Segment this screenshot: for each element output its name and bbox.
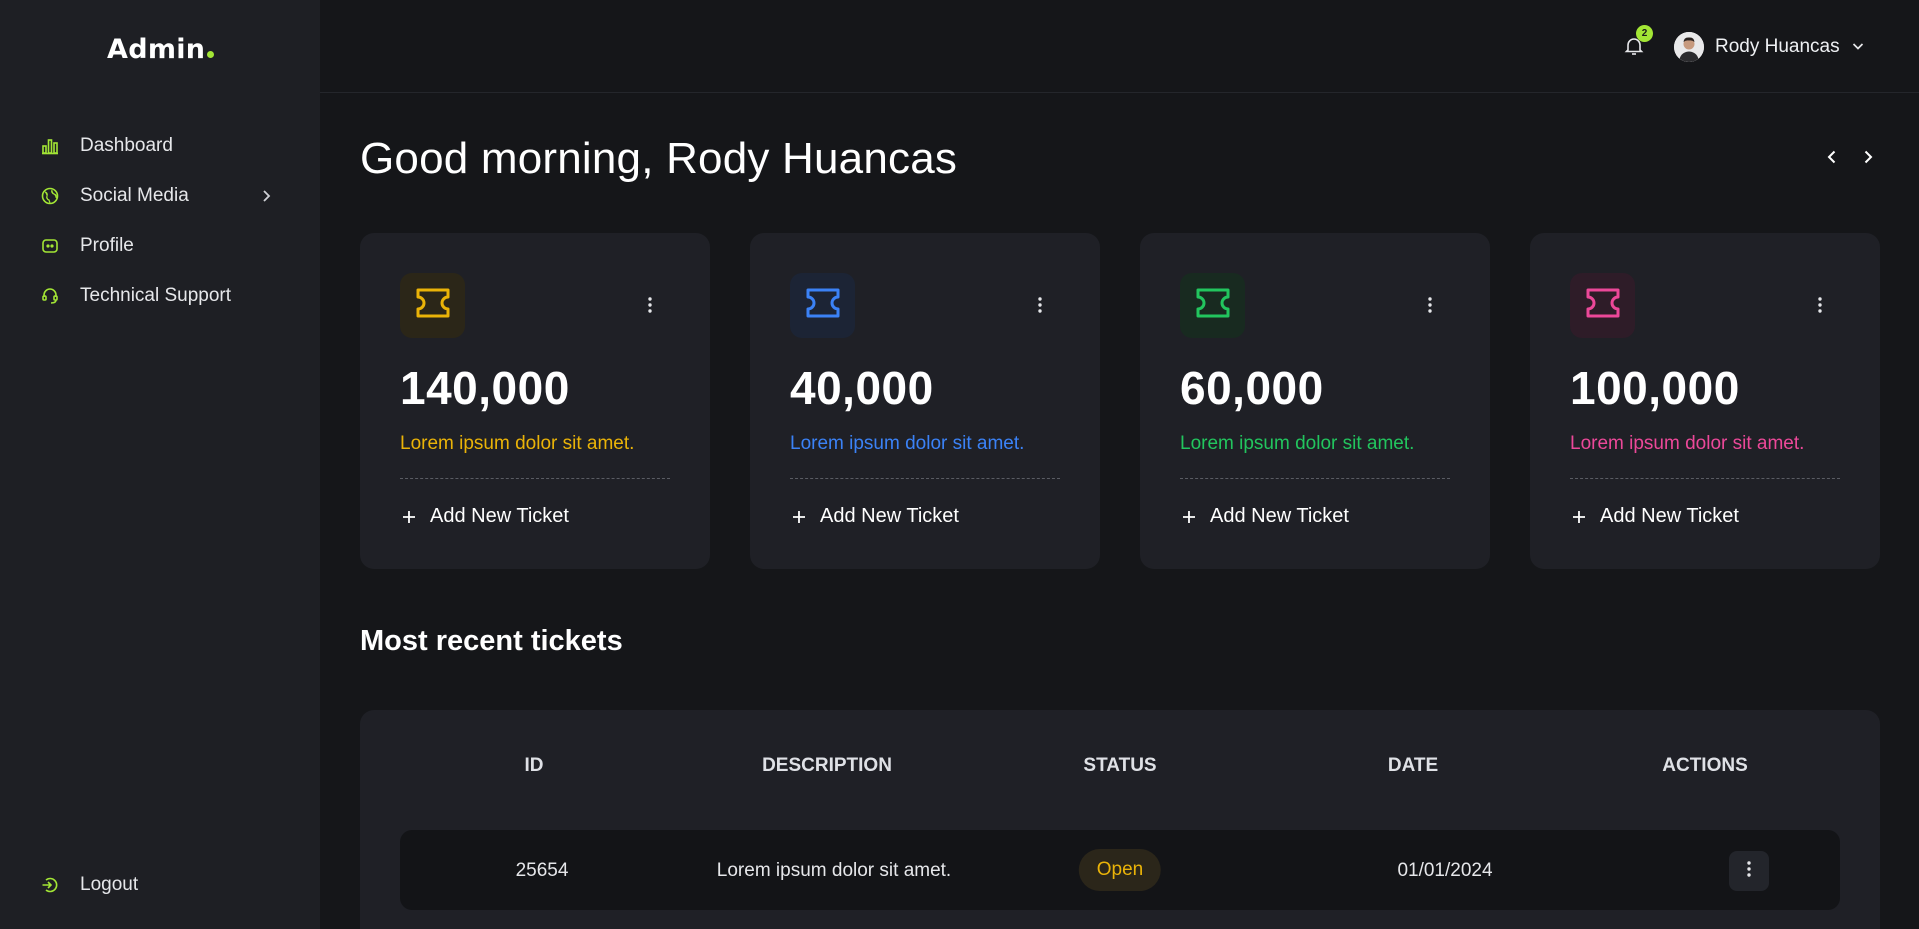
plus-icon — [1570, 508, 1588, 526]
card-divider — [1570, 478, 1840, 479]
card-icon-box — [1180, 273, 1245, 338]
chevron-right-icon[interactable] — [256, 186, 276, 206]
globe-icon — [40, 186, 60, 206]
stat-card: 140,000 Lorem ipsum dolor sit amet. Add … — [360, 233, 710, 569]
ticket-date: 01/01/2024 — [1397, 860, 1493, 881]
add-new-ticket-label: Add New Ticket — [1600, 505, 1739, 527]
more-vertical-icon[interactable] — [1420, 295, 1440, 315]
add-new-ticket-label: Add New Ticket — [1210, 505, 1349, 527]
ticket-icon — [1584, 284, 1622, 327]
card-description: Lorem ipsum dolor sit amet. — [400, 433, 635, 454]
sidebar: Admin Dashboard Social Media Profile Tec… — [0, 0, 320, 929]
add-new-ticket-label: Add New Ticket — [820, 505, 959, 527]
sidebar-item-social-media[interactable]: Social Media — [0, 171, 320, 221]
sidebar-item-technical-support[interactable]: Technical Support — [0, 271, 320, 321]
sidebar-item-label: Dashboard — [80, 135, 173, 156]
brand-dot — [207, 51, 215, 58]
more-vertical-icon — [1739, 859, 1759, 884]
add-new-ticket-button[interactable]: Add New Ticket — [400, 505, 569, 528]
logout-button[interactable]: Logout — [0, 860, 320, 910]
card-value: 100,000 — [1570, 362, 1740, 414]
column-header-date[interactable]: DATE — [1388, 755, 1438, 777]
card-icon-box — [400, 273, 465, 338]
add-new-ticket-button[interactable]: Add New Ticket — [1180, 505, 1349, 528]
card-icon-box — [1570, 273, 1635, 338]
row-actions-button[interactable] — [1729, 851, 1769, 891]
headset-icon — [40, 286, 60, 306]
add-new-ticket-button[interactable]: Add New Ticket — [790, 505, 959, 528]
card-icon-box — [790, 273, 855, 338]
notification-badge: 2 — [1636, 25, 1653, 42]
ticket-icon — [804, 284, 842, 327]
profile-icon — [40, 236, 60, 256]
card-divider — [790, 478, 1060, 479]
card-description: Lorem ipsum dolor sit amet. — [1570, 433, 1805, 454]
add-new-ticket-label: Add New Ticket — [430, 505, 569, 527]
sidebar-item-label: Profile — [80, 235, 134, 256]
chevron-left-icon[interactable] — [1821, 146, 1843, 168]
plus-icon — [400, 508, 418, 526]
ticket-id: 25654 — [515, 860, 569, 881]
brand-name: Admin — [107, 34, 206, 65]
column-header-id[interactable]: ID — [525, 755, 544, 777]
chevron-down-icon[interactable] — [1849, 37, 1867, 55]
chevron-right-icon[interactable] — [1857, 146, 1879, 168]
card-value: 140,000 — [400, 362, 570, 414]
sidebar-item-dashboard[interactable]: Dashboard — [0, 121, 320, 171]
sidebar-item-label: Social Media — [80, 185, 189, 206]
column-header-description[interactable]: DESCRIPTION — [762, 755, 892, 777]
tickets-table: ID DESCRIPTION STATUS DATE ACTIONS 25654… — [360, 710, 1880, 929]
sidebar-item-profile[interactable]: Profile — [0, 221, 320, 271]
ticket-icon — [414, 284, 452, 327]
stat-card: 60,000 Lorem ipsum dolor sit amet. Add N… — [1140, 233, 1490, 569]
card-divider — [1180, 478, 1450, 479]
ticket-description: Lorem ipsum dolor sit amet. — [716, 860, 952, 881]
user-name[interactable]: Rody Huancas — [1715, 36, 1840, 58]
card-value: 40,000 — [790, 362, 934, 414]
avatar[interactable] — [1674, 32, 1704, 62]
column-header-status[interactable]: STATUS — [1083, 755, 1156, 777]
logout-section: Logout — [0, 860, 320, 910]
card-description: Lorem ipsum dolor sit amet. — [1180, 433, 1415, 454]
more-vertical-icon[interactable] — [1810, 295, 1830, 315]
more-vertical-icon[interactable] — [640, 295, 660, 315]
sidebar-item-label: Technical Support — [80, 285, 232, 306]
plus-icon — [1180, 508, 1198, 526]
card-value: 60,000 — [1180, 362, 1324, 414]
logout-label: Logout — [80, 874, 139, 895]
more-vertical-icon[interactable] — [1030, 295, 1050, 315]
card-divider — [400, 478, 670, 479]
column-header-actions: ACTIONS — [1662, 755, 1748, 776]
logout-icon — [40, 875, 60, 895]
plus-icon — [790, 508, 808, 526]
brand-logo[interactable]: Admin — [107, 34, 215, 65]
status-badge: Open — [1078, 849, 1162, 891]
add-new-ticket-button[interactable]: Add New Ticket — [1570, 505, 1739, 528]
page-title: Good morning, Rody Huancas — [360, 134, 958, 183]
stat-card: 100,000 Lorem ipsum dolor sit amet. Add … — [1530, 233, 1880, 569]
sidebar-nav: Dashboard Social Media Profile Technical… — [0, 121, 320, 321]
bar-chart-icon — [40, 136, 60, 156]
stat-card: 40,000 Lorem ipsum dolor sit amet. Add N… — [750, 233, 1100, 569]
recent-tickets-title: Most recent tickets — [360, 625, 623, 657]
card-description: Lorem ipsum dolor sit amet. — [790, 433, 1025, 454]
ticket-icon — [1194, 284, 1232, 327]
table-row[interactable]: 25654 Lorem ipsum dolor sit amet. Open 0… — [400, 830, 1840, 910]
